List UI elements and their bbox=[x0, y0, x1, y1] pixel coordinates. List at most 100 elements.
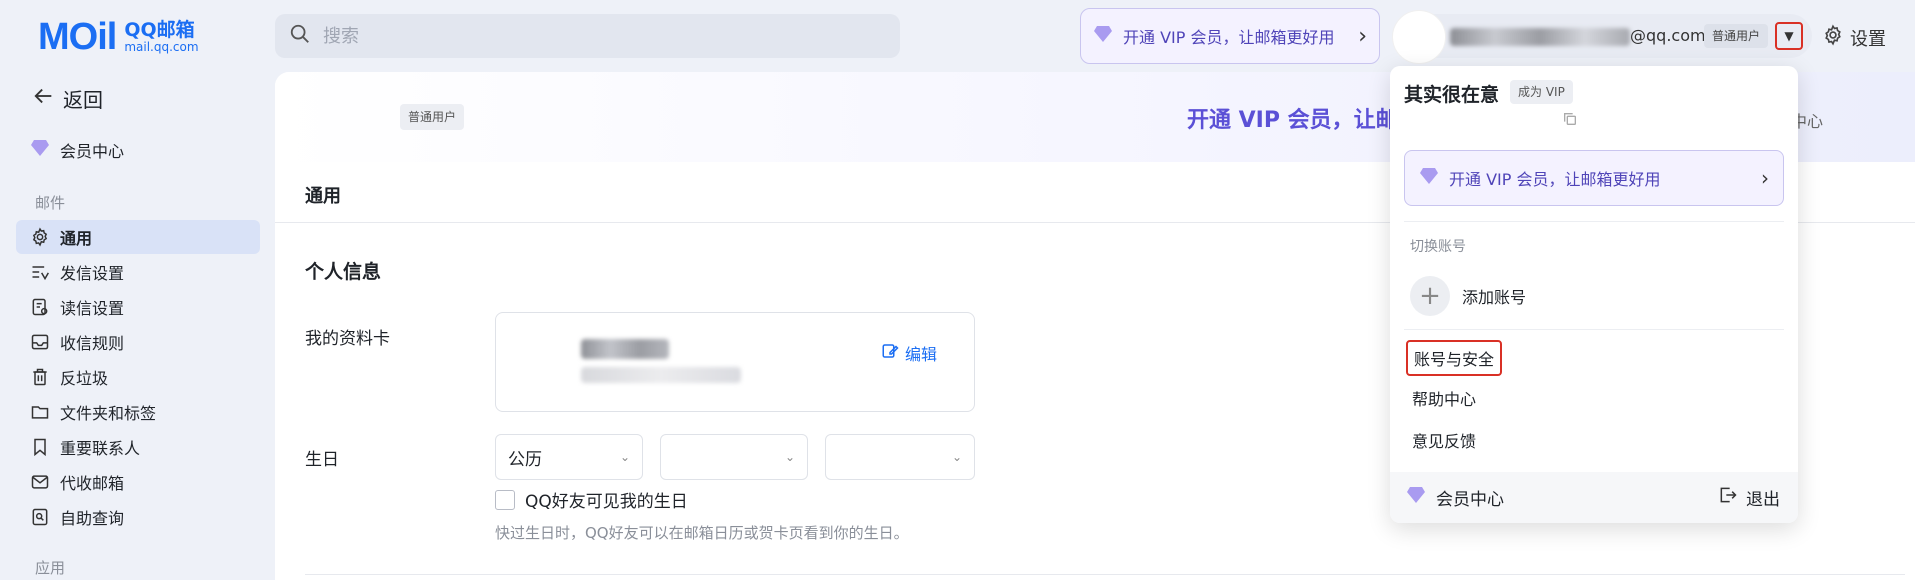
settings-button[interactable]: 设置 bbox=[1822, 24, 1886, 51]
sidebar-item-label: 重要联系人 bbox=[60, 439, 141, 458]
divider bbox=[1404, 329, 1784, 330]
birth-day-select[interactable]: ⌄ bbox=[825, 434, 975, 480]
calendar-type-select[interactable]: 公历 ⌄ bbox=[495, 434, 643, 480]
sidebar-item-label: 文件夹和标签 bbox=[60, 404, 157, 423]
chevron-down-icon: ⌄ bbox=[951, 450, 962, 464]
profile-card-label: 我的资料卡 bbox=[305, 329, 390, 349]
sidebar-item-general[interactable]: 通用 bbox=[16, 220, 260, 254]
send-settings-icon bbox=[30, 262, 50, 282]
account-dropdown-menu: 其实很在意 成为 VIP 开通 VIP 会员，让邮箱更好用 › 切换账号 + 添… bbox=[1390, 66, 1798, 523]
self-query-icon bbox=[30, 507, 50, 527]
folder-icon bbox=[30, 402, 50, 422]
section-title-general: 通用 bbox=[305, 186, 341, 207]
sidebar-item-anti-spam[interactable]: 反垃圾 bbox=[16, 360, 260, 394]
vip-promo-banner[interactable]: 开通 VIP 会员，让邮箱更好用 › bbox=[1080, 8, 1380, 64]
footer-member-center[interactable]: 会员中心 bbox=[1406, 485, 1504, 510]
sidebar-section-mail: 邮件 bbox=[35, 194, 66, 212]
arrow-left-icon bbox=[33, 85, 55, 112]
dropdown-footer: 会员中心 退出 bbox=[1390, 472, 1798, 523]
chevron-right-icon: › bbox=[1761, 166, 1769, 190]
vip-promo-headline[interactable]: 开通 VIP 会员，让邮 bbox=[1187, 102, 1398, 134]
logout-label: 退出 bbox=[1746, 490, 1780, 510]
tier-badge: 普通用户 bbox=[400, 104, 465, 130]
sidebar-section-apps: 应用 bbox=[35, 559, 66, 577]
birthday-visibility-option[interactable]: QQ好友可见我的生日 bbox=[495, 487, 688, 512]
logo-url: mail.qq.com bbox=[124, 39, 199, 54]
search-bar[interactable] bbox=[275, 14, 900, 58]
profile-detail-redacted bbox=[581, 367, 741, 383]
select-value: 公历 bbox=[508, 449, 542, 470]
top-bar: MOil QQ邮箱 mail.qq.com 开通 VIP 会员，让邮箱更好用 ›… bbox=[0, 0, 1915, 72]
birthday-visibility-checkbox[interactable] bbox=[495, 489, 515, 510]
sidebar-item-label: 发信设置 bbox=[60, 264, 125, 283]
feedback-item[interactable]: 意见反馈 bbox=[1406, 424, 1482, 456]
logout-icon bbox=[1718, 485, 1738, 510]
birth-month-select[interactable]: ⌄ bbox=[660, 434, 808, 480]
add-account-label: 添加账号 bbox=[1462, 288, 1527, 307]
tier-badge: 普通用户 bbox=[1704, 24, 1769, 48]
sidebar-item-important-contacts[interactable]: 重要联系人 bbox=[16, 430, 260, 464]
divider bbox=[1404, 221, 1784, 222]
vip-promo-text: 开通 VIP 会员，让邮箱更好用 bbox=[1123, 28, 1335, 47]
qq-mail-logo[interactable]: MOil QQ邮箱 mail.qq.com bbox=[38, 14, 238, 60]
trash-icon bbox=[30, 367, 50, 387]
edit-profile-button[interactable]: 编辑 bbox=[881, 341, 937, 365]
mail-collect-icon bbox=[30, 472, 50, 492]
sidebar: 返回 会员中心 邮件 通用 发信设置 读信设置 收信规则 反垃圾 文件夹和标签 … bbox=[0, 72, 270, 580]
dropdown-vip-banner[interactable]: 开通 VIP 会员，让邮箱更好用 › bbox=[1404, 150, 1784, 206]
switch-account-label: 切换账号 bbox=[1410, 239, 1466, 255]
edit-icon bbox=[881, 342, 899, 364]
sidebar-item-mail-collect[interactable]: 代收邮箱 bbox=[16, 465, 260, 499]
read-settings-icon bbox=[30, 297, 50, 317]
logo-mark: MOil bbox=[38, 15, 117, 58]
add-account-button[interactable]: + 添加账号 bbox=[1410, 276, 1526, 316]
checkbox-label: QQ好友可见我的生日 bbox=[525, 492, 688, 512]
logout-button[interactable]: 退出 bbox=[1718, 485, 1780, 510]
dropdown-vip-text: 开通 VIP 会员，让邮箱更好用 bbox=[1449, 170, 1661, 189]
birthday-label: 生日 bbox=[305, 450, 339, 470]
diamond-icon bbox=[1093, 25, 1113, 47]
sidebar-item-label: 收信规则 bbox=[60, 334, 125, 353]
search-input[interactable] bbox=[321, 24, 881, 48]
sidebar-item-label: 读信设置 bbox=[60, 299, 125, 318]
help-center-item[interactable]: 帮助中心 bbox=[1406, 382, 1482, 414]
account-security-item[interactable]: 账号与安全 bbox=[1406, 340, 1503, 376]
divider bbox=[305, 574, 1905, 575]
sidebar-item-vip-center[interactable]: 会员中心 bbox=[30, 138, 124, 162]
sidebar-item-label: 自助查询 bbox=[60, 509, 125, 528]
sidebar-item-label: 代收邮箱 bbox=[60, 474, 125, 493]
diamond-icon bbox=[30, 139, 50, 161]
back-label: 返回 bbox=[63, 88, 103, 112]
sidebar-item-read-settings[interactable]: 读信设置 bbox=[16, 290, 260, 324]
logo-text: QQ邮箱 mail.qq.com bbox=[124, 20, 198, 54]
become-vip-badge[interactable]: 成为 VIP bbox=[1510, 80, 1573, 104]
email-suffix: @qq.com bbox=[1630, 26, 1706, 45]
sidebar-item-folders-tags[interactable]: 文件夹和标签 bbox=[16, 395, 260, 429]
footer-member-center-label: 会员中心 bbox=[1436, 490, 1504, 510]
sidebar-item-label: 反垃圾 bbox=[60, 369, 109, 388]
email-redacted bbox=[1450, 28, 1630, 46]
app-root: MOil QQ邮箱 mail.qq.com 开通 VIP 会员，让邮箱更好用 ›… bbox=[0, 0, 1915, 580]
sidebar-item-inbox-rules[interactable]: 收信规则 bbox=[16, 325, 260, 359]
account-dropdown-toggle[interactable]: ▼ bbox=[1775, 22, 1803, 50]
account-nickname: 其实很在意 bbox=[1404, 84, 1500, 106]
back-button[interactable]: 返回 bbox=[33, 84, 103, 113]
sidebar-item-self-query[interactable]: 自助查询 bbox=[16, 500, 260, 534]
inbox-rules-icon bbox=[30, 332, 50, 352]
chevron-down-icon: ⌄ bbox=[619, 450, 630, 464]
settings-label: 设置 bbox=[1850, 28, 1886, 50]
gear-icon bbox=[30, 227, 50, 247]
copy-icon[interactable] bbox=[1562, 111, 1578, 131]
sidebar-item-label: 通用 bbox=[60, 229, 93, 248]
diamond-icon bbox=[1419, 167, 1439, 189]
diamond-icon bbox=[1406, 486, 1426, 509]
avatar[interactable] bbox=[1392, 10, 1446, 64]
logo-name: QQ邮箱 bbox=[124, 18, 195, 41]
profile-name-redacted bbox=[581, 339, 669, 359]
profile-card: 编辑 bbox=[495, 312, 975, 412]
plus-icon: + bbox=[1410, 276, 1450, 316]
caret-down-icon: ▼ bbox=[1784, 29, 1794, 43]
bookmark-icon bbox=[30, 437, 50, 457]
sidebar-item-send-settings[interactable]: 发信设置 bbox=[16, 255, 260, 289]
edit-label: 编辑 bbox=[905, 345, 938, 364]
